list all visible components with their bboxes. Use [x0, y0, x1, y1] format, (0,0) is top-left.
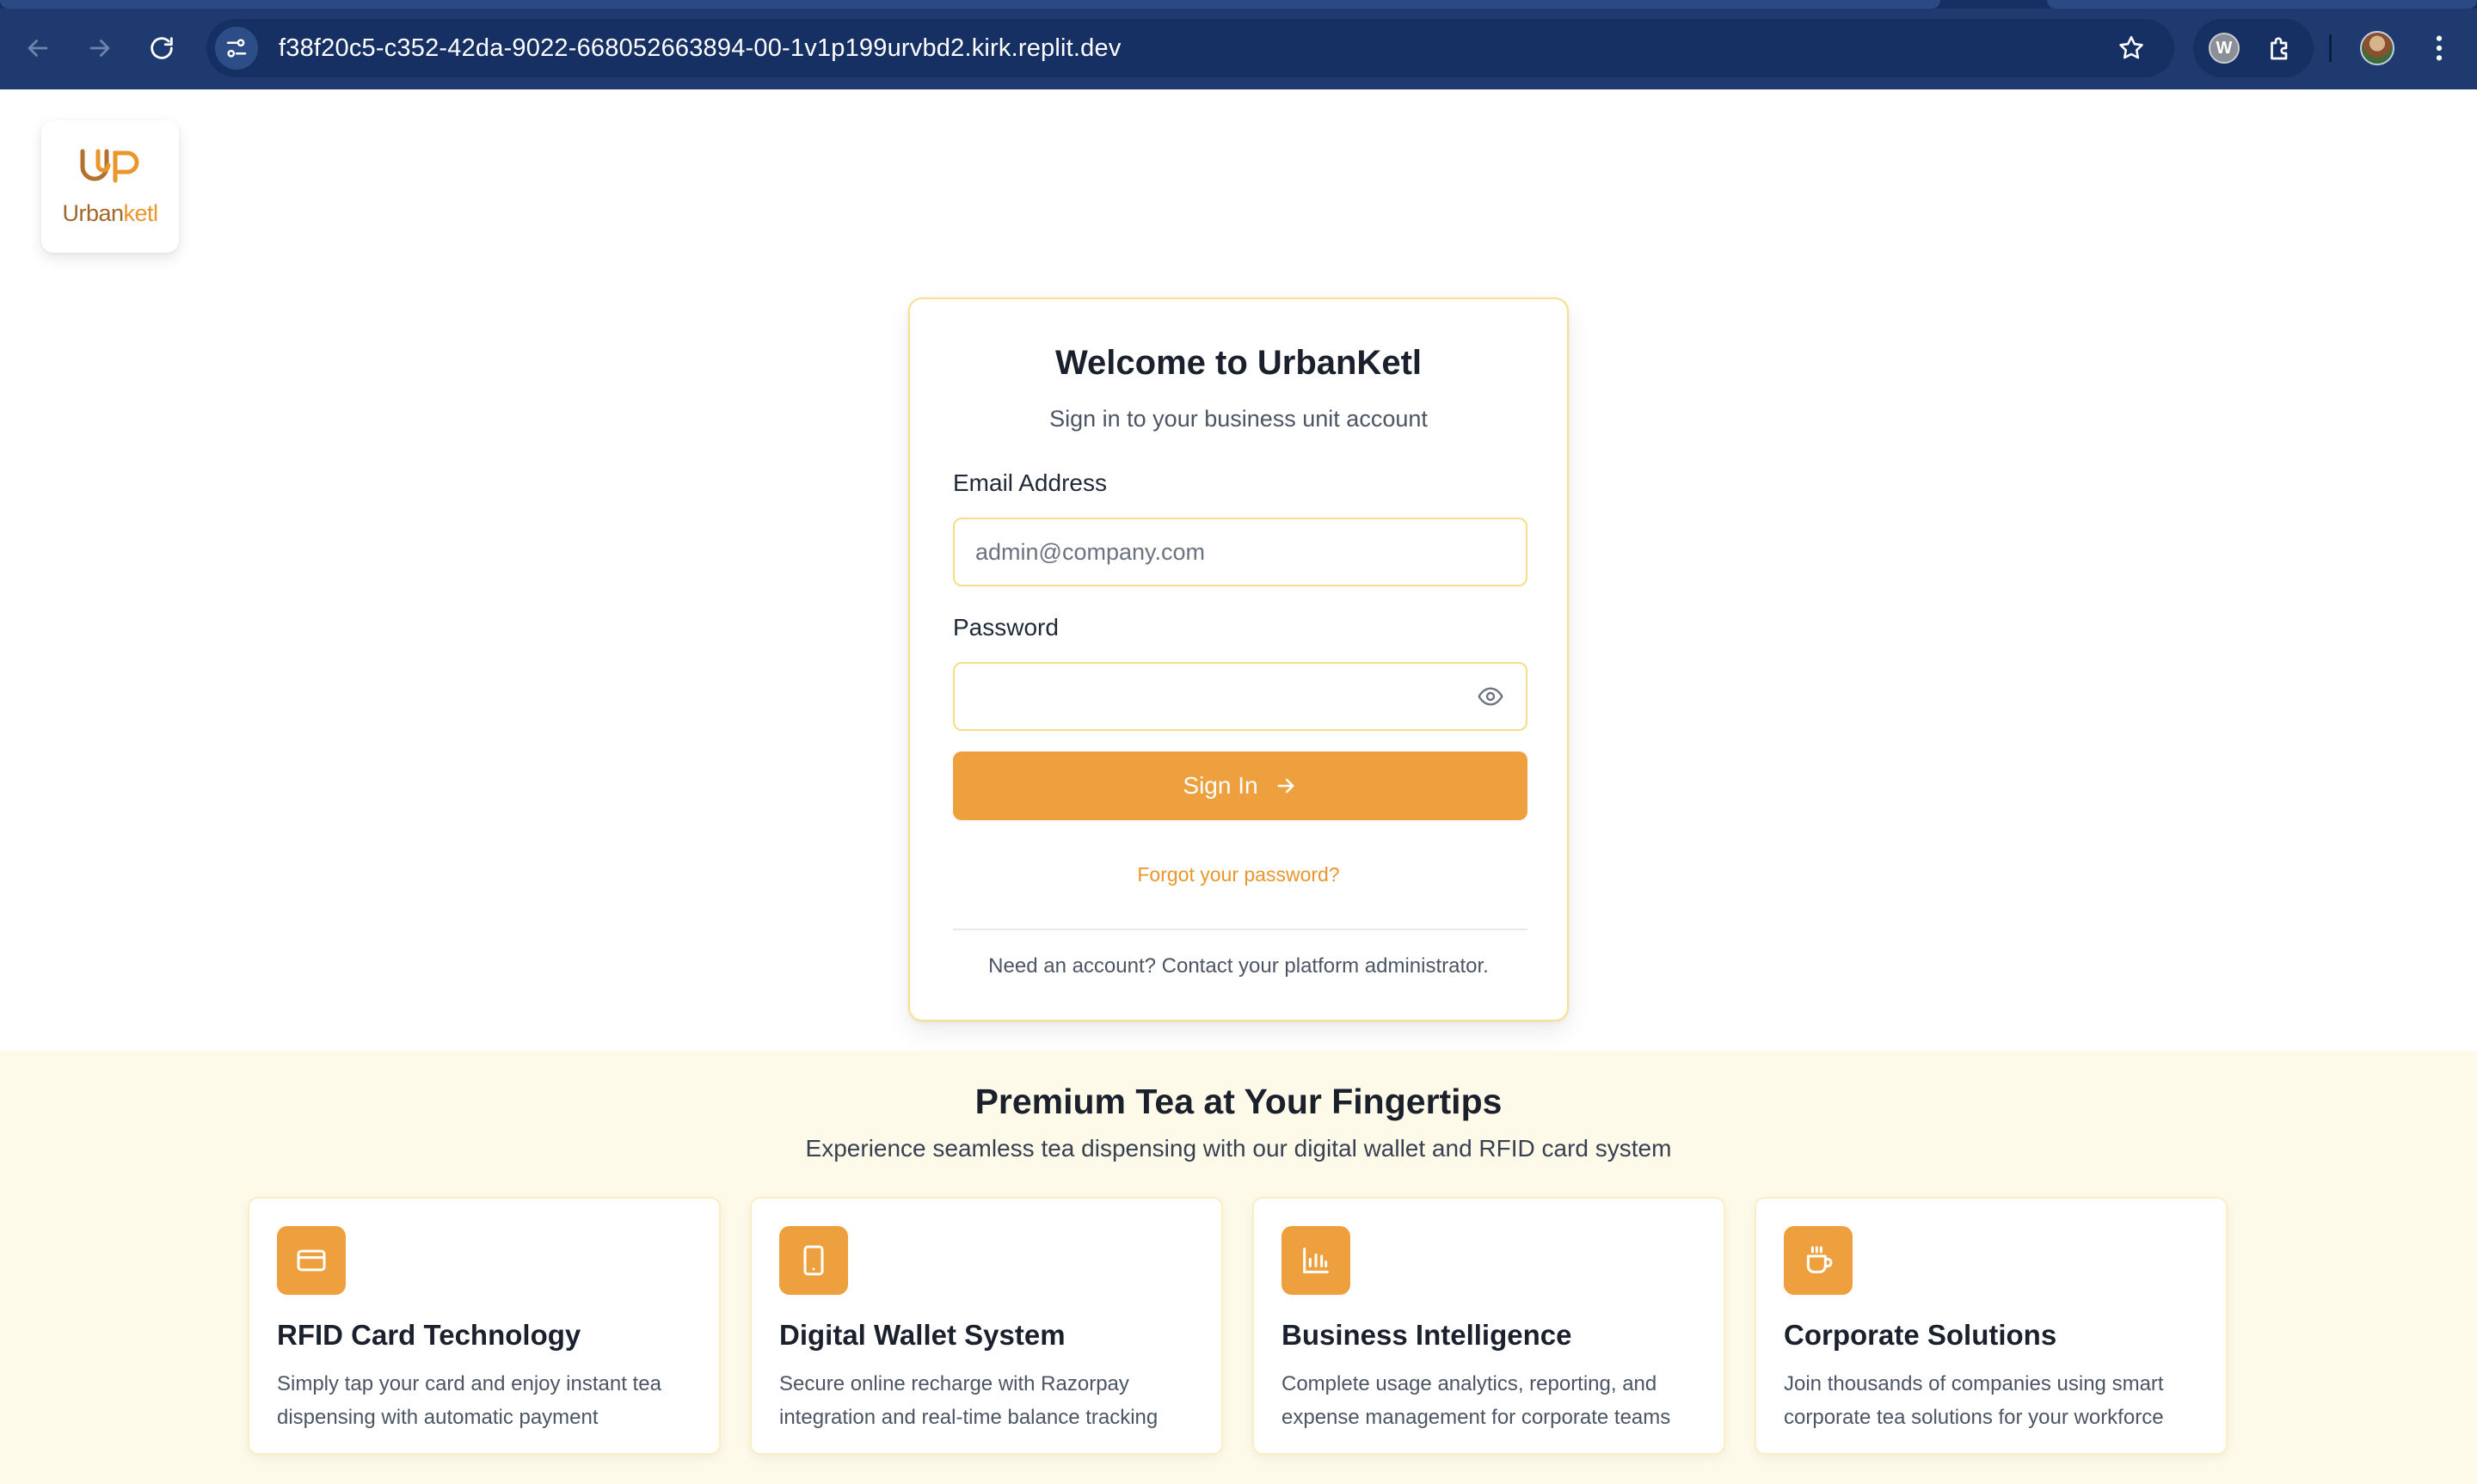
feature-desc-line: corporate tea solutions for your workfor… — [1784, 1406, 2164, 1429]
bookmark-button[interactable] — [2112, 29, 2150, 67]
credit-card-icon — [277, 1226, 346, 1295]
feature-desc-line: Complete usage analytics, reporting, and — [1282, 1372, 1657, 1395]
extension-w-button[interactable]: W — [2209, 33, 2240, 64]
feature-card-description: Join thousands of companies using smart … — [1784, 1367, 2214, 1434]
brand-logo[interactable]: Urbanketl — [41, 120, 179, 253]
forgot-password-link[interactable]: Forgot your password? — [910, 863, 1567, 886]
site-info-button[interactable] — [215, 27, 258, 70]
star-icon — [2119, 35, 2143, 59]
extensions-button[interactable] — [2264, 31, 2298, 65]
feature-card-description: Complete usage analytics, reporting, and… — [1282, 1367, 1712, 1434]
puzzle-icon — [2271, 37, 2288, 60]
feature-desc-line: Simply tap your card and enjoy instant t… — [277, 1372, 661, 1395]
logo-word-urban: Urban — [62, 200, 124, 226]
password-field[interactable] — [975, 683, 1476, 710]
logo-word-ketl: ketl — [123, 200, 159, 226]
forward-button[interactable] — [77, 26, 122, 71]
feature-card-title: Business Intelligence — [1282, 1319, 1572, 1351]
feature-card-title: RFID Card Technology — [277, 1319, 581, 1351]
logo-wordmark: Urbanketl — [62, 200, 159, 227]
browser-menu-button[interactable] — [2424, 31, 2455, 65]
more-vertical-icon — [2436, 35, 2443, 61]
smartphone-icon — [779, 1226, 848, 1295]
url-text[interactable]: f38f20c5-c352-42da-9022-668052663894-00-… — [279, 34, 2112, 63]
login-card: Welcome to UrbanKetl Sign in to your bus… — [908, 297, 1569, 1021]
address-bar[interactable]: f38f20c5-c352-42da-9022-668052663894-00-… — [206, 19, 2174, 77]
tab[interactable] — [2047, 0, 2477, 9]
account-help-text: Need an account? Contact your platform a… — [988, 954, 1489, 978]
browser-toolbar: f38f20c5-c352-42da-9022-668052663894-00-… — [0, 0, 2477, 89]
feature-card-title: Corporate Solutions — [1784, 1319, 2057, 1351]
features-title: Premium Tea at Your Fingertips — [974, 1082, 1503, 1121]
tab-strip — [0, 0, 2477, 9]
email-field[interactable] — [975, 538, 1505, 566]
feature-card-wallet: Digital Wallet System Secure online rech… — [750, 1197, 1223, 1455]
feature-desc-line: dispensing with automatic payment — [277, 1406, 599, 1429]
urbanketl-logo-icon — [80, 149, 139, 183]
login-subtitle: Sign in to your business unit account — [1049, 406, 1428, 432]
reload-icon — [151, 37, 173, 59]
tab[interactable] — [0, 0, 1940, 9]
feature-card-description: Secure online recharge with Razorpay int… — [779, 1367, 1209, 1434]
logo-mark — [74, 146, 146, 199]
feature-desc-line: Secure online recharge with Razorpay — [779, 1372, 1129, 1395]
feature-card-description: Simply tap your card and enjoy instant t… — [277, 1367, 707, 1434]
divider — [953, 929, 1527, 930]
toggle-password-visibility-button[interactable] — [1476, 681, 1505, 712]
bar-chart-icon — [1282, 1226, 1350, 1295]
back-button[interactable] — [15, 26, 60, 71]
password-field-box[interactable] — [953, 662, 1527, 731]
feature-desc-line: expense management for corporate teams — [1282, 1406, 1671, 1429]
arrow-right-icon — [89, 40, 110, 57]
features-subtitle: Experience seamless tea dispensing with … — [805, 1135, 1672, 1162]
sign-in-button[interactable]: Sign In — [953, 751, 1527, 820]
arrow-left-icon — [28, 40, 48, 57]
email-label: Email Address — [953, 469, 1107, 496]
sign-in-label: Sign In — [1183, 772, 1258, 799]
login-title: Welcome to UrbanKetl — [1055, 344, 1422, 382]
profile-avatar[interactable] — [2360, 31, 2394, 65]
tune-icon — [226, 39, 247, 58]
toolbar-divider — [2329, 34, 2332, 62]
reload-button[interactable] — [139, 26, 184, 71]
features-section: Premium Tea at Your Fingertips Experienc… — [0, 1051, 2477, 1484]
feature-card-rfid: RFID Card Technology Simply tap your car… — [248, 1197, 721, 1455]
password-label: Password — [953, 614, 1059, 641]
feature-card-analytics: Business Intelligence Complete usage ana… — [1252, 1197, 1725, 1455]
arrow-right-icon — [1277, 778, 1294, 794]
extensions-group: W — [2193, 19, 2314, 77]
coffee-cup-icon — [1784, 1226, 1853, 1295]
email-field-box[interactable] — [953, 518, 1527, 586]
feature-desc-line: integration and real-time balance tracki… — [779, 1406, 1159, 1429]
feature-desc-line: Join thousands of companies using smart — [1784, 1372, 2164, 1395]
eye-icon — [1478, 687, 1503, 706]
feature-card-title: Digital Wallet System — [779, 1319, 1066, 1351]
feature-card-corporate: Corporate Solutions Join thousands of co… — [1755, 1197, 2228, 1455]
